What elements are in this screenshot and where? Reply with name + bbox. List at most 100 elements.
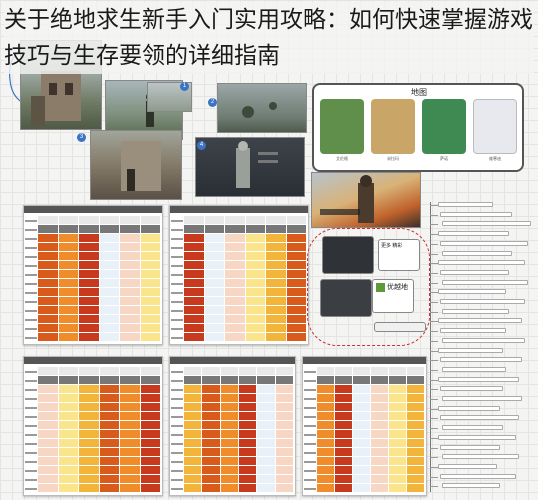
row-label bbox=[171, 425, 183, 427]
table-header bbox=[24, 357, 162, 364]
map-caption-sanhok: 萨诺 bbox=[440, 156, 448, 161]
table-cell bbox=[225, 261, 245, 269]
table-cell bbox=[58, 439, 78, 447]
table-cell bbox=[184, 376, 202, 384]
table-cell bbox=[99, 385, 119, 393]
outline-connector bbox=[430, 321, 438, 323]
table-cell bbox=[58, 430, 78, 438]
table-cell bbox=[202, 457, 220, 465]
row-label bbox=[304, 461, 316, 463]
table-cell bbox=[266, 315, 286, 323]
table-cell bbox=[389, 484, 406, 492]
table-cell bbox=[266, 333, 286, 341]
table-cell bbox=[239, 439, 257, 447]
table-cell bbox=[99, 439, 119, 447]
outline-connector bbox=[430, 272, 438, 274]
table-cell bbox=[140, 315, 160, 323]
table-cell bbox=[184, 324, 204, 332]
table-cell bbox=[140, 324, 160, 332]
row-label bbox=[171, 470, 183, 472]
table-cell bbox=[99, 252, 119, 260]
table-cell bbox=[245, 234, 265, 242]
table-cell bbox=[335, 457, 352, 465]
row-label bbox=[25, 265, 37, 267]
table-cell bbox=[335, 367, 352, 375]
table-cell bbox=[99, 466, 119, 474]
table-cell bbox=[245, 261, 265, 269]
table-cell bbox=[38, 439, 58, 447]
table-cell bbox=[79, 385, 99, 393]
row-label bbox=[171, 416, 183, 418]
table-cell bbox=[184, 279, 204, 287]
table-cell bbox=[371, 376, 388, 384]
outline-item bbox=[440, 415, 519, 421]
step-marker-1: 1 bbox=[180, 82, 189, 91]
game-poster bbox=[311, 172, 421, 228]
table-cell bbox=[245, 333, 265, 341]
table-cell bbox=[389, 430, 406, 438]
table-cell bbox=[38, 216, 58, 224]
table-cell bbox=[184, 439, 202, 447]
table-cell bbox=[184, 448, 202, 456]
character-inventory-icon bbox=[236, 141, 278, 188]
table-cell bbox=[371, 457, 388, 465]
table-cell bbox=[38, 385, 58, 393]
info-card-a bbox=[322, 236, 374, 274]
table-cell bbox=[225, 225, 245, 233]
table-cell bbox=[120, 484, 140, 492]
outline-item bbox=[442, 425, 503, 431]
table-cell bbox=[99, 243, 119, 251]
table-cell bbox=[407, 421, 424, 429]
table-cell bbox=[371, 475, 388, 483]
aerial-map-icon bbox=[242, 102, 277, 118]
table-cell bbox=[38, 484, 58, 492]
table-cell bbox=[204, 270, 224, 278]
table-cell bbox=[140, 430, 160, 438]
table-cell bbox=[317, 448, 334, 456]
table-cell bbox=[58, 394, 78, 402]
table-cell bbox=[202, 448, 220, 456]
table-cell bbox=[317, 466, 334, 474]
table-cell bbox=[239, 484, 257, 492]
table-cell bbox=[58, 333, 78, 341]
table-cell bbox=[317, 484, 334, 492]
table-cell bbox=[257, 394, 275, 402]
outline-item bbox=[440, 328, 506, 334]
table-cell bbox=[220, 376, 238, 384]
table-cell bbox=[371, 439, 388, 447]
table-cell bbox=[239, 376, 257, 384]
table-cell bbox=[225, 279, 245, 287]
table-cell bbox=[79, 376, 99, 384]
table-cell bbox=[353, 448, 370, 456]
outline-connector bbox=[430, 457, 438, 459]
table-cell bbox=[140, 216, 160, 224]
table-cell bbox=[79, 252, 99, 260]
row-label bbox=[25, 283, 37, 285]
table-cell bbox=[38, 430, 58, 438]
table-cell bbox=[79, 421, 99, 429]
step-marker-2: 2 bbox=[208, 98, 217, 107]
table-cell bbox=[220, 475, 238, 483]
table-cell bbox=[275, 457, 293, 465]
table-cell bbox=[286, 261, 306, 269]
table-cell bbox=[275, 475, 293, 483]
table-cell bbox=[140, 385, 160, 393]
table-cell bbox=[266, 225, 286, 233]
table-cell bbox=[120, 216, 140, 224]
table-cell bbox=[266, 216, 286, 224]
table-cell bbox=[120, 367, 140, 375]
outline-connector bbox=[430, 224, 438, 226]
table-cell bbox=[286, 252, 306, 260]
row-label bbox=[25, 461, 37, 463]
table-cell bbox=[120, 234, 140, 242]
table-cell bbox=[371, 367, 388, 375]
table-cell bbox=[220, 448, 238, 456]
row-label bbox=[304, 380, 316, 382]
weapon-table-3 bbox=[23, 356, 163, 496]
table-cell bbox=[58, 315, 78, 323]
table-cell bbox=[407, 466, 424, 474]
table-cell bbox=[58, 466, 78, 474]
table-cell bbox=[202, 421, 220, 429]
row-label bbox=[25, 380, 37, 382]
table-cell bbox=[38, 475, 58, 483]
